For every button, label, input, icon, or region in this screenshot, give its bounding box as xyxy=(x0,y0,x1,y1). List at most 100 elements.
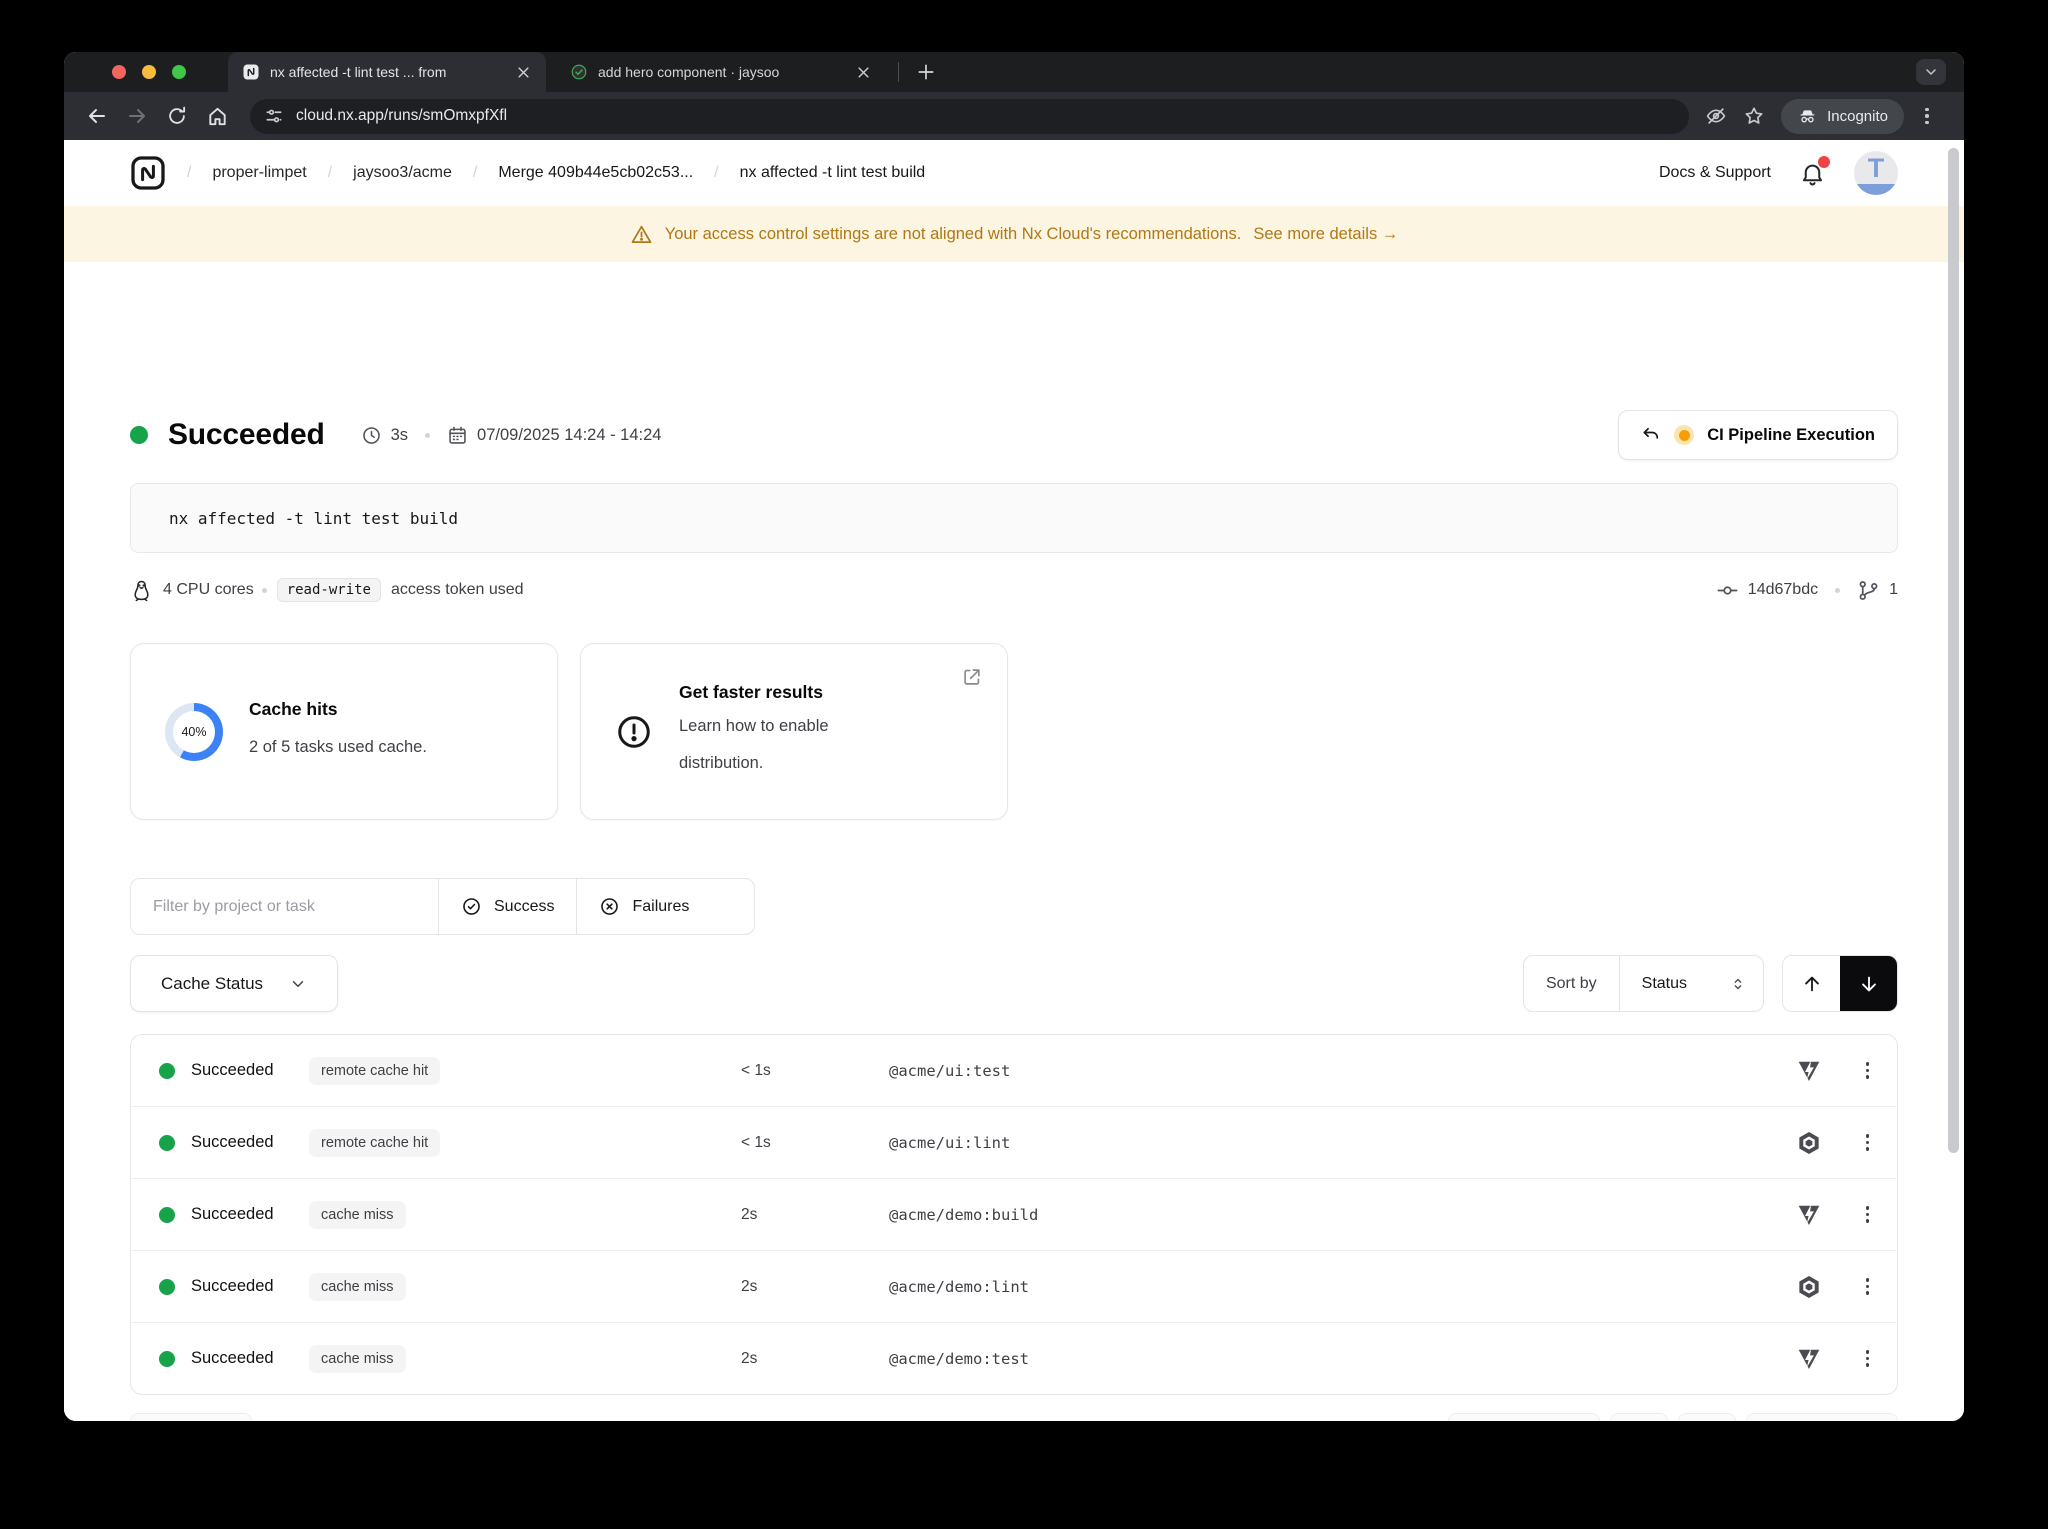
breadcrumb-run[interactable]: nx affected -t lint test build xyxy=(740,164,926,182)
tab-close-icon[interactable] xyxy=(852,61,874,83)
vite-icon xyxy=(1796,1202,1822,1228)
incognito-icon xyxy=(1797,106,1818,127)
task-menu-button[interactable] xyxy=(1866,1134,1870,1151)
avatar-letter: T xyxy=(1854,153,1898,184)
check-status-favicon-icon xyxy=(570,63,588,81)
kebab-icon xyxy=(1866,1206,1870,1223)
notification-dot xyxy=(1818,156,1830,168)
browser-tab-strip: nx affected -t lint test ... from add he… xyxy=(64,52,1964,92)
minimize-window-button[interactable] xyxy=(142,65,156,79)
branch-icon xyxy=(1857,579,1880,602)
close-window-button[interactable] xyxy=(112,65,126,79)
filter-input[interactable] xyxy=(131,879,438,934)
partially-visible-buttons xyxy=(130,1413,1898,1421)
task-menu-button[interactable] xyxy=(1866,1278,1870,1295)
ci-pipeline-execution-button[interactable]: CI Pipeline Execution xyxy=(1618,410,1898,460)
site-settings-icon[interactable] xyxy=(264,106,284,126)
filter-success-button[interactable]: Success xyxy=(438,879,576,934)
address-bar[interactable]: cloud.nx.app/runs/smOmxpfXfl xyxy=(250,99,1689,134)
incognito-label: Incognito xyxy=(1827,108,1888,125)
chevron-down-icon xyxy=(289,975,307,993)
list-controls-row: Cache Status Sort by Status xyxy=(130,955,1898,1012)
kebab-icon xyxy=(1866,1350,1870,1367)
task-list: Succeeded remote cache hit < 1s @acme/ui… xyxy=(130,1034,1898,1395)
avatar[interactable]: T xyxy=(1854,151,1898,195)
notifications-button[interactable] xyxy=(1799,160,1826,187)
docs-support-link[interactable]: Docs & Support xyxy=(1659,164,1771,182)
breadcrumb-pipeline[interactable]: Merge 409b44e5cb02c53... xyxy=(498,164,693,182)
filter-failures-button[interactable]: Failures xyxy=(576,879,711,934)
warning-icon xyxy=(630,223,653,246)
task-name[interactable]: @acme/demo:lint xyxy=(889,1278,1796,1296)
browser-menu-button[interactable] xyxy=(1910,99,1944,133)
run-command-box: nx affected -t lint test build xyxy=(130,483,1898,553)
cache-hits-card[interactable]: 40% Cache hits 2 of 5 tasks used cache. xyxy=(130,643,558,820)
browser-window: nx affected -t lint test ... from add he… xyxy=(64,52,1964,1421)
sort-descending-button[interactable] xyxy=(1840,956,1897,1011)
task-row[interactable]: Succeeded cache miss 2s @acme/demo:test xyxy=(131,1322,1897,1394)
browser-tab-inactive[interactable]: add hero component · jaysoo xyxy=(556,52,886,92)
browser-tab-active[interactable]: nx affected -t lint test ... from xyxy=(228,52,546,92)
home-button[interactable] xyxy=(200,99,234,133)
cache-percent: 40% xyxy=(173,711,215,753)
task-row[interactable]: Succeeded remote cache hit < 1s @acme/ui… xyxy=(131,1106,1897,1178)
window-controls[interactable] xyxy=(112,65,186,79)
url-text[interactable]: cloud.nx.app/runs/smOmxpfXfl xyxy=(296,107,507,125)
get-faster-results-card[interactable]: Get faster results Learn how to enable d… xyxy=(580,643,1008,820)
tab-close-icon[interactable] xyxy=(512,61,534,83)
breadcrumb: proper-limpet jaysoo3/acme Merge 409b44e… xyxy=(166,164,925,182)
maximize-window-button[interactable] xyxy=(172,65,186,79)
run-meta-row: 4 CPU cores read-write access token used… xyxy=(130,575,1898,605)
check-circle-icon xyxy=(461,896,482,917)
new-tab-button[interactable] xyxy=(911,57,941,87)
summary-cards: 40% Cache hits 2 of 5 tasks used cache. … xyxy=(130,643,1898,820)
banner-see-more-link[interactable]: See more details → xyxy=(1253,225,1398,244)
tab-search-button[interactable] xyxy=(1916,59,1946,85)
sort-ascending-button[interactable] xyxy=(1783,956,1840,1011)
breadcrumb-workspace[interactable]: proper-limpet xyxy=(212,164,306,182)
sort-direction-toggle xyxy=(1782,955,1898,1012)
faster-card-title: Get faster results xyxy=(679,682,909,703)
task-row[interactable]: Succeeded cache miss 2s @acme/demo:lint xyxy=(131,1250,1897,1322)
tab-title: nx affected -t lint test ... from xyxy=(270,64,502,80)
task-status: Succeeded xyxy=(191,1277,309,1296)
task-status-dot xyxy=(159,1063,175,1079)
back-button[interactable] xyxy=(80,99,114,133)
task-cache-badge: remote cache hit xyxy=(309,1129,440,1157)
eye-off-icon[interactable] xyxy=(1699,99,1733,133)
task-menu-button[interactable] xyxy=(1866,1350,1870,1367)
sort-group: Sort by Status xyxy=(1523,955,1764,1012)
breadcrumb-repo[interactable]: jaysoo3/acme xyxy=(353,164,452,182)
branch-count: 1 xyxy=(1889,581,1898,599)
alert-circle-icon xyxy=(615,713,653,751)
cache-status-dropdown[interactable]: Cache Status xyxy=(130,955,338,1012)
access-token-chip: read-write xyxy=(277,578,381,602)
cache-status-label: Cache Status xyxy=(161,974,263,994)
scrollbar-thumb[interactable] xyxy=(1948,148,1959,1153)
breadcrumb-separator xyxy=(187,164,191,182)
task-name[interactable]: @acme/demo:build xyxy=(889,1206,1796,1224)
task-name[interactable]: @acme/demo:test xyxy=(889,1350,1796,1368)
task-status: Succeeded xyxy=(191,1205,309,1224)
sort-select[interactable]: Status xyxy=(1620,956,1763,1011)
clock-icon xyxy=(361,425,382,446)
task-duration: 2s xyxy=(741,1206,889,1224)
task-status: Succeeded xyxy=(191,1133,309,1152)
nx-logo-icon[interactable] xyxy=(130,155,166,191)
access-token-text: access token used xyxy=(391,581,524,599)
bookmark-star-icon[interactable] xyxy=(1737,99,1771,133)
external-link-icon[interactable] xyxy=(961,666,983,688)
commit-sha[interactable]: 14d67bdc xyxy=(1748,581,1818,599)
sort-by-label: Sort by xyxy=(1524,956,1620,1011)
task-name[interactable]: @acme/ui:lint xyxy=(889,1134,1796,1152)
forward-button[interactable] xyxy=(120,99,154,133)
reload-button[interactable] xyxy=(160,99,194,133)
task-row[interactable]: Succeeded cache miss 2s @acme/demo:build xyxy=(131,1178,1897,1250)
tab-title: add hero component · jaysoo xyxy=(598,64,842,80)
task-menu-button[interactable] xyxy=(1866,1062,1870,1079)
vitest-icon xyxy=(1796,1058,1822,1084)
cache-donut-chart: 40% xyxy=(165,703,223,761)
task-row[interactable]: Succeeded remote cache hit < 1s @acme/ui… xyxy=(131,1035,1897,1106)
task-name[interactable]: @acme/ui:test xyxy=(889,1062,1796,1080)
task-menu-button[interactable] xyxy=(1866,1206,1870,1223)
